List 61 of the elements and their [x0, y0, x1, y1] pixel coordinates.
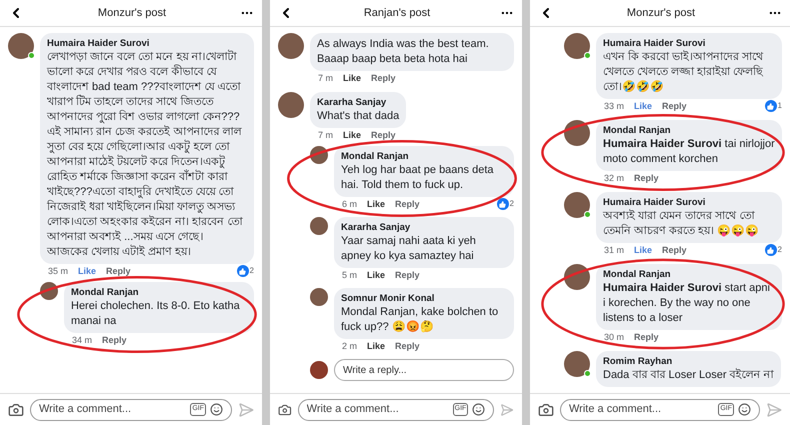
reply-link[interactable]: Reply: [371, 129, 396, 141]
like-link[interactable]: Like: [634, 244, 652, 256]
comment-text: লেখাপড়া জানে বলে তো মনে হয় না।খেলাটা ভালো করে দেখার পরও বলে কীভাবে যে বাংলাদেশ bad team ???বাংলাদেশ যে এতো খারাপ টিম তাহলে তাদের সাথে জিততে আপনাদের পুরো বিশ ওভার লাগলো কেন??? এই সামান্য রান চেজ করতেই আপনাদের লাল সুতা বের হয়ে গেছিলো।আর একটু হলে তো আপনারা মাঠেই টয়লেট করে দিতেন।একটু রোহিত শর্মাকে জিজ্ঞাসা করেন বাঁশটা কারা খাইছে???এতো বাহাদুরি দেখাইতে যেয়ে তো নিজেরাই ধরা খাইছিলেন।মিয়া ফালতু অসভ্য লোক।এতো অহংকার কইরেন না। হারবেন তো আপনারা অবশ্যই ...সময় এসে গেছে। আজকের খেলায় এটাই প্রমাণ হয়।: [47, 50, 244, 260]
comment-time: 34 m: [72, 334, 92, 346]
reaction-count: 2: [764, 244, 782, 256]
author-name[interactable]: Mondal Ranjan: [603, 124, 775, 137]
post-title: Monzur's post: [626, 6, 696, 21]
reply-link[interactable]: Reply: [106, 265, 131, 277]
reaction-count: 2: [236, 265, 254, 277]
like-link[interactable]: Like: [634, 100, 652, 112]
comment-time: 7 m: [318, 129, 334, 141]
comment-text: Mondal Ranjan, kake bolchen to fuck up?? 😩😡🤔: [341, 305, 500, 335]
author-name[interactable]: Mondal Ranjan: [603, 268, 775, 281]
reply-link[interactable]: Reply: [662, 100, 687, 112]
like-link[interactable]: Like: [343, 72, 362, 84]
comment-text: অবশ্যই যারা যেমন তাদের সাথে তো তেমনি আচরণ করতে হয়। 😜😜😜: [603, 209, 760, 239]
author-name[interactable]: Somnur Monir Konal: [341, 292, 507, 305]
reply-link[interactable]: Reply: [102, 334, 127, 346]
like-link[interactable]: Like: [343, 129, 362, 141]
comment-time: 5 m: [342, 269, 358, 281]
comment-text: What's that dada: [317, 109, 400, 124]
author-name[interactable]: Kararha Sanjay: [317, 96, 400, 109]
comment-text: Herei cholechen. Its 8-0. Eto katha manai na: [71, 299, 241, 329]
comment-time: 33 m: [604, 100, 624, 112]
comment-time: 7 m: [318, 72, 334, 84]
reply-link[interactable]: Reply: [395, 340, 420, 352]
comment-time: 35 m: [48, 265, 68, 277]
author-name[interactable]: Humaira Haider Surovi: [47, 37, 247, 50]
author-name[interactable]: Humaira Haider Surovi: [603, 37, 775, 50]
comment-text: Humaira Haider Surovi tai nirlojjor moto comment korchen: [603, 137, 775, 167]
comment-text: এখন কি করবো ভাই।আপনাদের সাথে খেলতে খেলতে লজ্জা হারাইয়া ফেলছি তো।🤣🤣🤣: [603, 50, 764, 95]
comment-time: 30 m: [604, 331, 624, 343]
reaction-count: 1: [764, 100, 782, 112]
reply-link[interactable]: Reply: [395, 198, 420, 210]
reply-link[interactable]: Reply: [662, 244, 687, 256]
reply-link[interactable]: Reply: [634, 331, 659, 343]
author-name[interactable]: Mondal Ranjan: [71, 286, 247, 299]
post-title: Monzur's post: [96, 6, 168, 21]
comment-time: 6 m: [342, 198, 358, 210]
comment-text: Dada বার বার Loser Loser বইলেন না: [603, 368, 774, 383]
comment-time: 32 m: [604, 172, 624, 184]
comment-time: 31 m: [604, 244, 624, 256]
like-link[interactable]: Like: [367, 198, 386, 210]
like-link[interactable]: Like: [367, 340, 386, 352]
like-link[interactable]: Like: [78, 265, 96, 277]
reaction-count: 2: [496, 198, 514, 210]
reply-link[interactable]: Reply: [634, 172, 659, 184]
reply-link[interactable]: Reply: [395, 269, 420, 281]
reply-link[interactable]: Reply: [371, 72, 396, 84]
comment-text: Yaar samaj nahi aata ki yeh apney ko kya samaztey hai: [341, 234, 477, 264]
post-title: Ranjan's post: [362, 6, 432, 21]
author-name[interactable]: Kararha Sanjay: [341, 221, 507, 234]
comment-time: 2 m: [342, 340, 358, 352]
reply-field[interactable]: Write a reply...: [334, 359, 514, 381]
comment-text: Humaira Haider Surovi start apni i korechen. By the way no one listens to a loser: [603, 281, 771, 326]
author-name[interactable]: Humaira Haider Surovi: [603, 196, 775, 209]
like-link[interactable]: Like: [367, 269, 386, 281]
author-name[interactable]: Mondal Ranjan: [341, 150, 507, 163]
comment-text: As always India was the best team. Baaap baap beta beta hota hai: [317, 37, 490, 67]
author-name[interactable]: Romim Rayhan: [603, 355, 774, 368]
comment-text: Yeh log har baat pe baans deta hai. Told them to fuck up.: [341, 163, 495, 193]
